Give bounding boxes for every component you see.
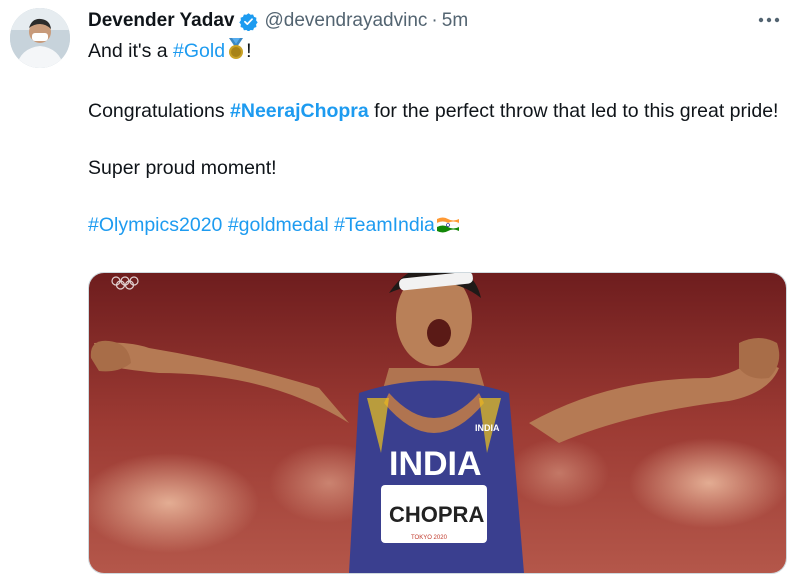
jersey-text: INDIA: [389, 445, 482, 483]
header-separator: ·: [431, 10, 438, 31]
avatar-image: [10, 8, 70, 68]
athlete-photo: INDIA INDIA CHOPRA TOKYO 2020: [89, 273, 786, 573]
bib-name: CHOPRA: [389, 502, 484, 527]
tweet-media[interactable]: INDIA INDIA CHOPRA TOKYO 2020: [88, 272, 787, 574]
avatar[interactable]: [10, 8, 70, 68]
gold-medal-emoji: [226, 38, 246, 68]
tweet-hashtags: #Olympics2020 #goldmedal #TeamIndia: [88, 212, 788, 242]
tweet-line-2: Congratulations #NeerajChopra for the pe…: [88, 98, 788, 125]
bib-footer: TOKYO 2020: [411, 535, 448, 541]
author-handle[interactable]: @devendrayadvinc: [264, 10, 427, 32]
hashtag-gold[interactable]: #Gold: [173, 40, 225, 62]
line1-suffix: !: [246, 40, 252, 62]
tweet-line-3: Super proud moment!: [88, 157, 277, 179]
hashtag-teamindia[interactable]: #TeamIndia: [334, 214, 435, 236]
author-name[interactable]: Devender Yadav: [88, 10, 234, 32]
more-options-icon[interactable]: [756, 10, 782, 30]
hashtag-olympics2020[interactable]: #Olympics2020: [88, 214, 222, 236]
jersey-small-text: INDIA: [475, 423, 500, 433]
india-flag-emoji: [436, 215, 460, 242]
tweet-body: And it's a #Gold! Congratulations #Neera…: [88, 38, 788, 242]
line2-suffix: for the perfect throw that led to this g…: [368, 100, 779, 122]
tweet-timestamp[interactable]: 5m: [442, 10, 468, 32]
hashtag-neerajchopra[interactable]: #NeerajChopra: [230, 100, 369, 122]
tweet-line-1: And it's a #Gold!: [88, 38, 788, 68]
hashtag-goldmedal[interactable]: #goldmedal: [228, 214, 329, 236]
tweet-header: Devender Yadav @devendrayadvinc · 5m: [88, 8, 468, 34]
line1-text: And it's a: [88, 40, 174, 62]
verified-badge-icon: [239, 12, 259, 32]
line2-text: Congratulations: [88, 100, 231, 122]
